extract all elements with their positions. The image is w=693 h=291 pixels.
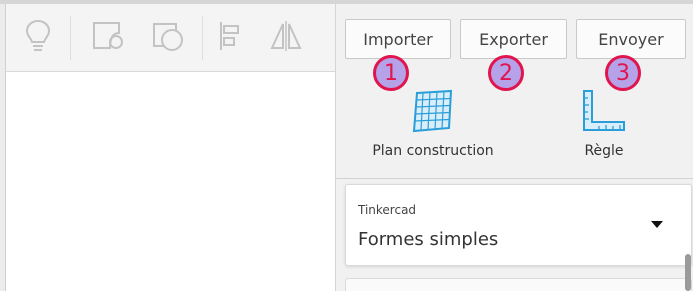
shape-library-category: Tinkercad [358,203,417,217]
note-shape-icon [91,20,125,56]
chevron-down-icon [651,221,663,228]
toolbar-separator [202,16,203,60]
shape-library-value: Formes simples [358,229,499,250]
ruler-tool[interactable]: Règle [558,88,650,159]
align-tool-button[interactable] [212,4,248,72]
shape-library-dropdown[interactable]: Tinkercad Formes simples [345,184,692,266]
panel-scrollbar-thumb[interactable] [685,254,691,291]
annotation-badge-1: 1 [373,55,409,91]
group-tool-button[interactable] [146,4,190,72]
workplane-label: Plan construction [372,143,494,159]
workplane-grid-icon [358,88,508,140]
import-button[interactable]: Importer [345,19,451,59]
ruler-label: Règle [584,143,624,159]
mirror-tool-button[interactable] [264,4,308,72]
annotation-badge-2: 2 [488,55,524,91]
note-shape-tool-button[interactable] [86,4,130,72]
workplane-tool[interactable]: Plan construction [358,88,508,159]
shape-list-area[interactable] [345,278,692,291]
panel-divider [336,178,693,179]
workspace-canvas[interactable] [6,73,335,291]
send-button[interactable]: Envoyer [576,19,686,59]
lightbulb-icon [25,19,51,57]
ruler-icon [558,88,650,140]
toolbar-separator [70,16,71,60]
right-panel: Importer Exporter Envoyer 1 2 3 Plan con… [335,4,693,291]
align-icon [217,20,243,56]
shape-group-icon [151,20,185,56]
lightbulb-tool-button[interactable] [18,4,58,72]
edit-toolbar [6,4,335,72]
annotation-badge-3: 3 [605,55,641,91]
export-button[interactable]: Exporter [460,19,567,59]
mirror-icon [269,20,303,56]
